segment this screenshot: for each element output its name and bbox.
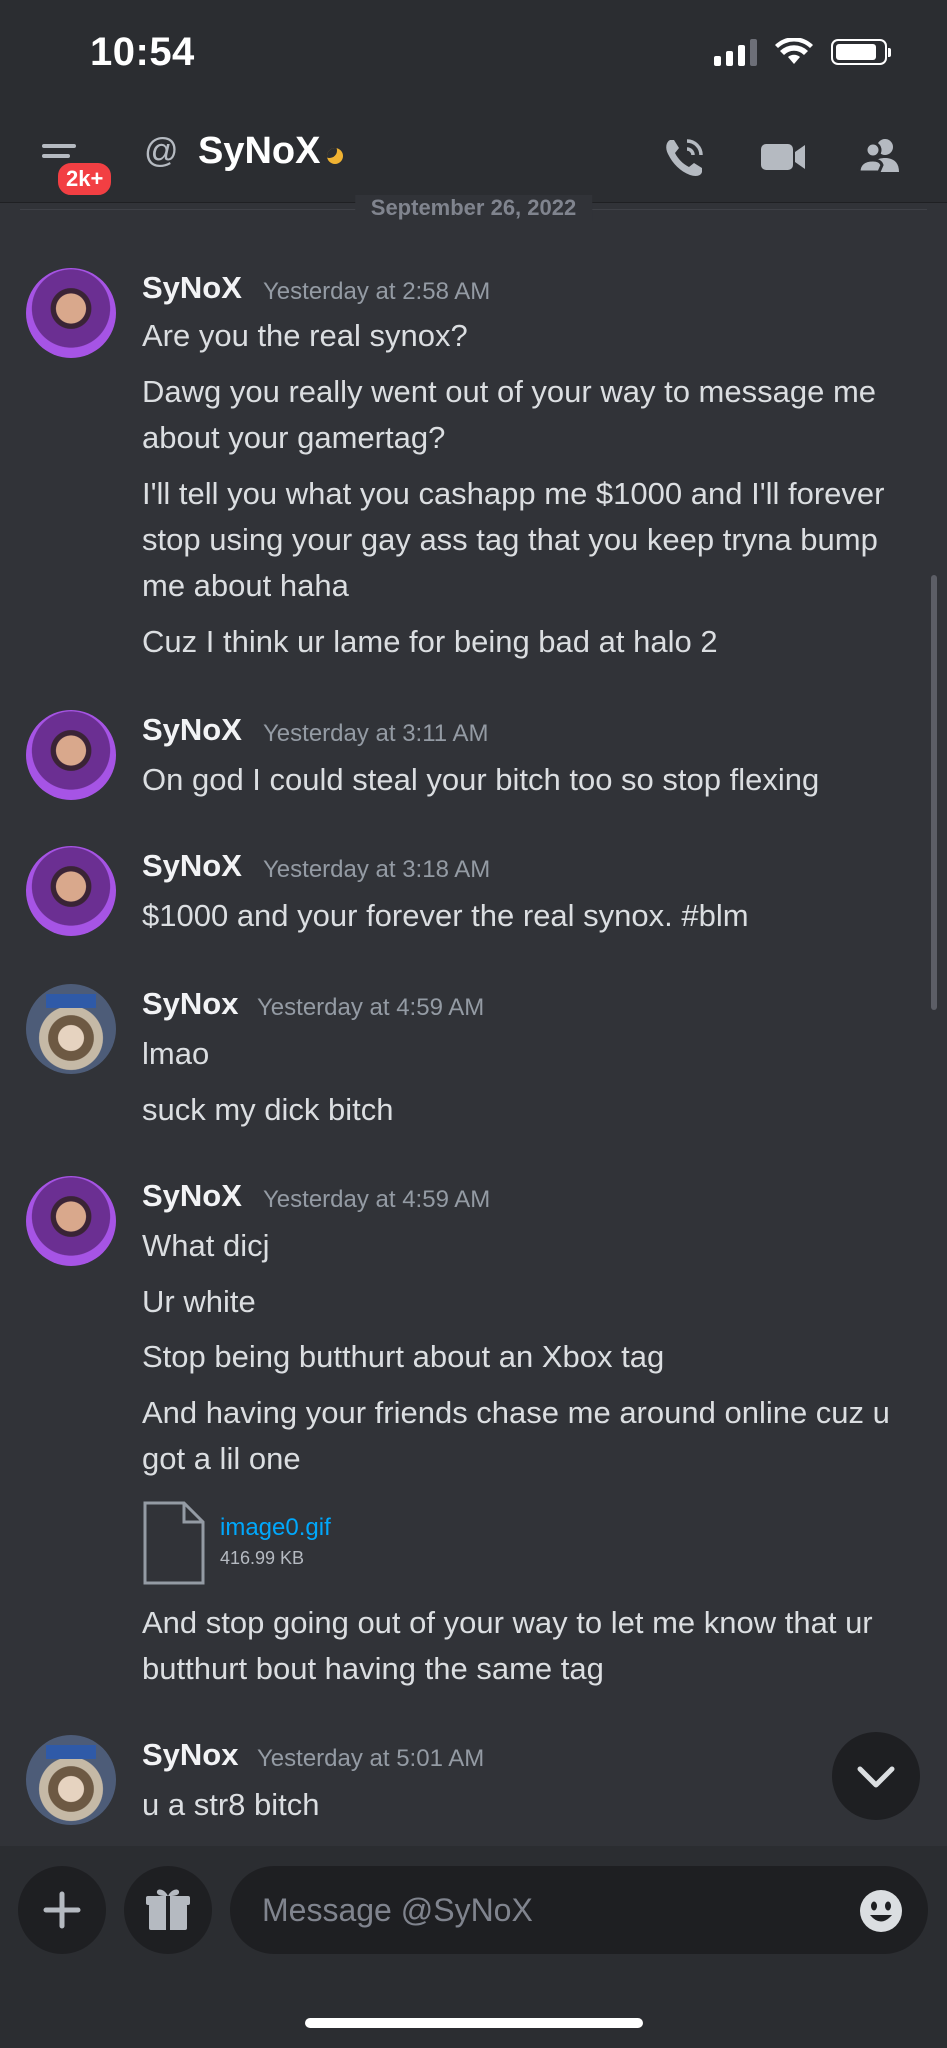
message-text: And having your friends chase me around … [142, 1395, 890, 1476]
dm-header: 2k+ @ SyNoX [0, 110, 947, 203]
avatar[interactable] [26, 1176, 116, 1266]
wifi-icon [775, 38, 813, 64]
message-text: Stop being butthurt about an Xbox tag [142, 1339, 665, 1374]
avatar[interactable] [26, 1735, 116, 1825]
cellular-signal-icon [714, 38, 757, 66]
members-icon[interactable] [855, 132, 905, 182]
video-call-icon[interactable] [758, 132, 808, 182]
avatar[interactable] [26, 846, 116, 936]
chevron-down-icon [857, 1766, 895, 1788]
message-text: What dicj [142, 1228, 270, 1263]
message-timestamp: Yesterday at 2:58 AM [263, 278, 491, 305]
avatar[interactable] [26, 268, 116, 358]
plus-icon [43, 1891, 81, 1929]
gift-button[interactable] [124, 1866, 212, 1954]
page-title[interactable]: SyNoX [198, 130, 320, 173]
message-author[interactable]: SyNoX [142, 712, 242, 748]
message-text: I'll tell you what you cashapp me $1000 … [142, 476, 885, 603]
message-text: lmao [142, 1036, 210, 1071]
message-text: Dawg you really went out of your way to … [142, 374, 877, 455]
message-timestamp: Yesterday at 4:59 AM [257, 994, 485, 1021]
idle-status-icon [327, 148, 343, 164]
at-symbol: @ [144, 132, 179, 170]
message-timestamp: Yesterday at 4:59 AM [263, 1186, 491, 1213]
gift-icon [146, 1889, 190, 1930]
open-menu-button[interactable]: 2k+ [38, 138, 115, 198]
message-text: On god I could steal your bitch too so s… [142, 762, 820, 797]
message-input[interactable] [230, 1866, 928, 1954]
add-attachment-button[interactable] [18, 1866, 106, 1954]
status-icons [714, 38, 891, 66]
message-text: u a str8 bitch [142, 1787, 320, 1822]
battery-icon [831, 39, 891, 65]
unread-badge: 2k+ [55, 160, 115, 198]
file-size: 416.99 KB [220, 1548, 305, 1568]
date-separator: September 26, 2022 [0, 195, 947, 225]
message-text: Cuz I think ur lame for being bad at hal… [142, 624, 718, 659]
home-indicator [305, 2018, 643, 2028]
message-text: And stop going out of your way to let me… [142, 1605, 873, 1686]
status-time: 10:54 [90, 30, 195, 74]
message-timestamp: Yesterday at 3:18 AM [263, 856, 491, 883]
message-text: Ur white [142, 1284, 256, 1319]
message-text: Are you the real synox? [142, 318, 468, 353]
call-icon[interactable] [660, 132, 710, 182]
file-name-link[interactable]: image0.gif [220, 1514, 331, 1542]
scrollbar[interactable] [931, 575, 937, 1010]
message-timestamp: Yesterday at 3:11 AM [263, 720, 489, 747]
avatar[interactable] [26, 710, 116, 800]
message-author[interactable]: SyNoX [142, 1178, 242, 1214]
message-text: $1000 and your forever the real synox. #… [142, 898, 749, 933]
date-label: September 26, 2022 [354, 195, 593, 221]
message-author[interactable]: SyNox [142, 1737, 238, 1773]
jump-to-latest-button[interactable] [832, 1732, 920, 1820]
message-author[interactable]: SyNox [142, 986, 238, 1022]
message-timestamp: Yesterday at 5:01 AM [257, 1745, 485, 1772]
message-author[interactable]: SyNoX [142, 848, 242, 884]
message-author[interactable]: SyNoX [142, 270, 242, 306]
message-text: suck my dick bitch [142, 1092, 394, 1127]
file-attachment[interactable]: image0.gif 416.99 KB [142, 1500, 502, 1590]
emoji-icon[interactable] [858, 1888, 904, 1934]
status-bar: 10:54 [0, 0, 947, 110]
avatar[interactable] [26, 984, 116, 1074]
message-composer [0, 1846, 947, 2048]
file-icon [143, 1501, 205, 1585]
